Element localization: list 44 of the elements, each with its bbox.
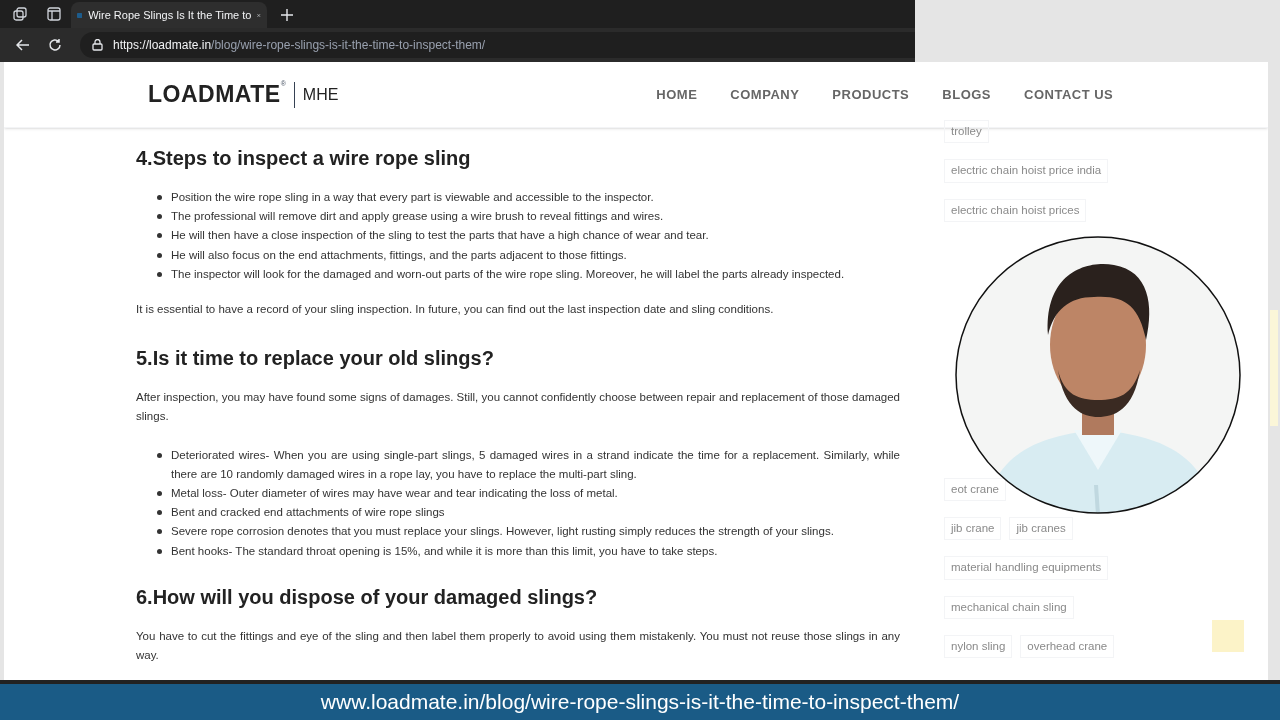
url-text: https://loadmate.in/blog/wire-rope-slings-is-it-the-time-to-inspect-them/: [113, 37, 486, 54]
tab-title: Wire Rope Slings Is It the Time to: [88, 7, 252, 23]
tag-chip[interactable]: material handling equipments: [944, 556, 1109, 580]
tag-chip[interactable]: overhead crane: [1020, 634, 1115, 658]
section-heading: 4.Steps to inspect a wire rope sling: [136, 146, 472, 171]
list-item-text: The professional will remove dirt and apply grease using a wire brush to reveal fittings and wires.: [171, 210, 664, 223]
back-icon[interactable]: [16, 38, 30, 52]
tag-chip[interactable]: trolley: [944, 120, 989, 144]
paragraph: You have to cut the fittings and eye of the sling and then label them properly to avoid using them mistakenly. You must not reuse those slings in any way.: [136, 628, 900, 664]
list-item-text: Bent and cracked end attachments of wire rope slings: [171, 506, 445, 519]
nav-link[interactable]: HOME: [656, 84, 698, 105]
nav-link[interactable]: CONTACT US: [1024, 84, 1114, 105]
tag-chip[interactable]: eot crane: [944, 477, 1006, 501]
tag-chip[interactable]: jib cranes: [1009, 517, 1073, 541]
logo-subtitle: MHE: [302, 84, 339, 105]
lock-icon: [92, 39, 103, 51]
tag-chip[interactable]: nylon sling: [944, 634, 1013, 658]
list-item-text: Deteriorated wires- When you are using single-part slings, 5 damaged wires in a strand indicate the time for a replacement. Similarly, while there are 10 randomly damaged wires in a rope lay, you have to replace the multi-part sling.: [171, 448, 900, 480]
list-item-text: Position the wire rope sling in a way that every part is viewable and accessible to the inspector.: [171, 191, 654, 203]
address-bar[interactable]: https://loadmate.in/blog/wire-rope-slings-is-it-the-time-to-inspect-them/: [80, 32, 915, 58]
tag-chip[interactable]: mechanical chain sling: [944, 595, 1074, 619]
tag-chip[interactable]: jib crane: [944, 517, 1002, 541]
list-item-text: He will also focus on the end attachments, fittings, and the parts adjacent to those fittings.: [171, 248, 627, 261]
banner-url: www.loadmate.in/blog/wire-rope-slings-is-it-the-time-to-inspect-them/: [320, 689, 960, 716]
nav-link[interactable]: BLOGS: [942, 84, 992, 105]
nav-link[interactable]: COMPANY: [730, 84, 800, 105]
tag-chip[interactable]: electric chain hoist price india: [944, 159, 1109, 183]
section-heading: 6.How will you dispose of your damaged slings?: [136, 584, 599, 610]
tab-actions-icon[interactable]: [47, 7, 61, 21]
paragraph: After inspection, you may have found some signs of damages. Still, you cannot confidently choose between repair and replacement of those damaged slings.: [136, 390, 900, 425]
reload-icon[interactable]: [48, 38, 62, 52]
tag-chip[interactable]: electric chain hoist prices: [944, 198, 1087, 222]
list-item-text: The inspector will look for the damaged and worn-out parts of the wire rope sling. Moreover, he will label the parts already inspected.: [171, 267, 845, 280]
logo[interactable]: LOADMATE: [148, 83, 281, 106]
list-item-text: Severe rope corrosion denotes that you must replace your slings. However, light rusting simply reduces the strength of your slings.: [171, 525, 834, 538]
nav-link[interactable]: PRODUCTS: [832, 84, 910, 105]
section-heading: 5.Is it time to replace your old slings?: [136, 346, 495, 372]
workspaces-icon[interactable]: [12, 6, 28, 22]
browser-tab[interactable]: Wire Rope Slings Is It the Time to: [71, 2, 267, 28]
paragraph: It is essential to have a record of your sling inspection. In future, you can find out the last inspection date and sling conditions.: [136, 302, 775, 317]
list-item-text: He will then have a close inspection of the sling to test the parts that have a high chance of wear and tear.: [171, 229, 709, 242]
list-item-text: Metal loss- Outer diameter of wires may have wear and tear indicating the loss of metal.: [171, 487, 618, 500]
new-tab-icon[interactable]: [281, 9, 293, 21]
list-item-text: Bent hooks- The standard throat opening is 15%, and while it is more than this limit, you have to take steps.: [171, 544, 718, 557]
